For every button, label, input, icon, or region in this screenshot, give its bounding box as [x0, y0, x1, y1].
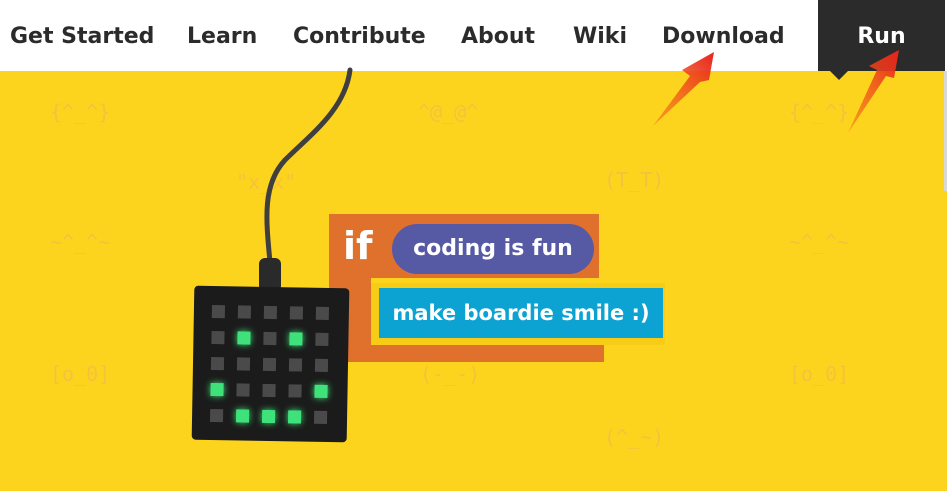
led-on [237, 331, 251, 345]
usb-connector [259, 258, 281, 288]
led-off [289, 306, 304, 320]
led-off [236, 357, 251, 371]
led-off [315, 332, 329, 347]
led-off [210, 356, 225, 371]
led-on [210, 382, 224, 397]
led-off [314, 358, 329, 373]
condition-block: coding is fun [392, 224, 594, 274]
if-keyword: if [343, 224, 373, 268]
led-off [211, 330, 225, 345]
led-on [314, 384, 328, 398]
microcontroller-board [191, 285, 350, 443]
led-on [235, 409, 250, 423]
led-off [288, 358, 303, 372]
led-off [263, 331, 277, 346]
led-on [287, 410, 302, 424]
led-off [237, 305, 252, 319]
led-off [262, 383, 276, 398]
led-off [262, 357, 277, 372]
led-off [211, 304, 226, 319]
led-off [263, 305, 278, 320]
led-off [313, 410, 328, 424]
led-off [288, 384, 302, 398]
led-off [209, 408, 224, 423]
led-off [236, 383, 250, 397]
led-on [261, 409, 276, 424]
action-block: make boardie smile :) [379, 288, 663, 338]
led-off [315, 306, 330, 321]
if-block-footer [329, 344, 604, 362]
led-on [289, 332, 303, 346]
